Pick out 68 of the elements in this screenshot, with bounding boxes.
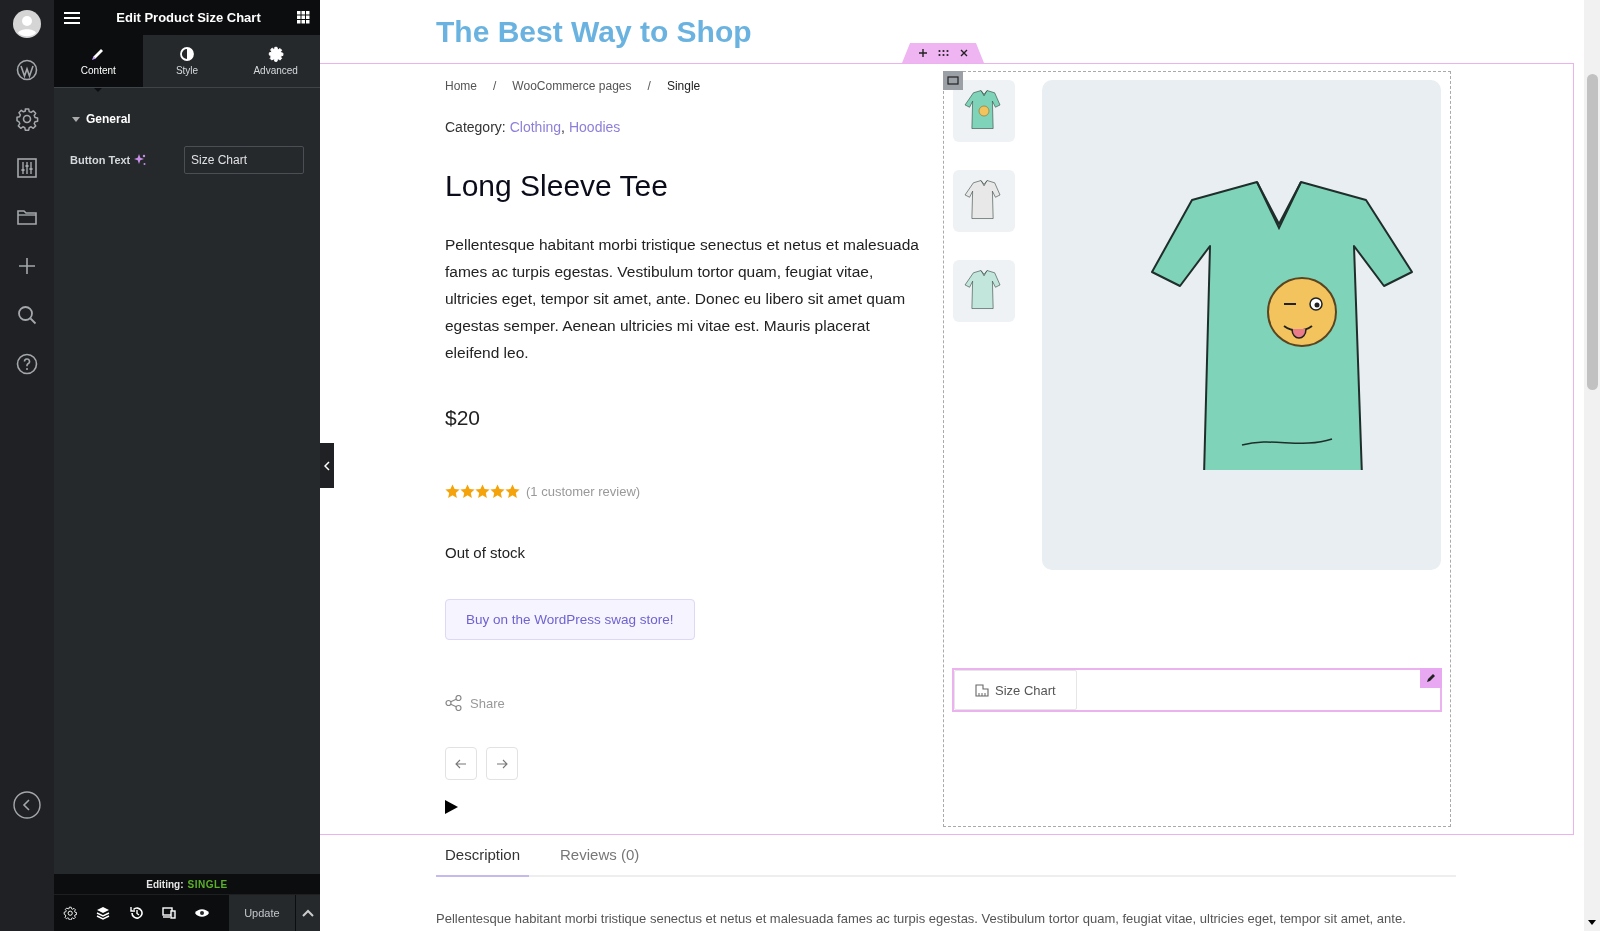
stock-status: Out of stock [445,544,526,561]
buy-button[interactable]: Buy on the WordPress swag store! [445,599,695,640]
description-text: Pellentesque habitant morbi tristique senectus et netus et malesuada fames ac turpis egestas. Vestibulum tortor quam, feugiat vitae, ultricies eget, tempor sit amet, ante. [436,911,1407,926]
size-chart-button[interactable]: Size Chart [954,670,1077,710]
editing-label: Editing: [146,878,184,890]
drag-handle-icon[interactable] [937,49,949,57]
update-button[interactable]: Update [228,895,296,931]
section-toggle[interactable]: General [70,112,131,126]
category-link[interactable]: Hoodies [568,119,621,135]
breadcrumb-separator: / [647,79,651,93]
breadcrumb-link[interactable]: WooCommerce pages [512,79,632,93]
help-icon[interactable] [15,352,39,376]
edit-icon[interactable] [1420,668,1442,688]
field-label: Button Text [70,154,131,166]
menu-icon[interactable] [64,10,80,25]
breadcrumb-link[interactable]: Single [666,79,701,93]
chevron-up-icon [302,909,315,917]
caret-icon [72,115,80,123]
history-icon [129,906,144,920]
star-icon [445,484,460,499]
expand-button[interactable] [295,895,321,931]
product-description: Pellentesque habitant morbi tristique senectus et netus et malesuada fames ac turpis egestas. Vestibulum tortor quam, feugiat vitae, ultricies eget, tempor sit amet, ante. Donec eu libero sit amet quam egestas semper. Aenean ultricies mi vitae est. Mauris placerat eleifend leo. [445,235,920,363]
category-separator: , [561,119,565,135]
caret-icon [324,460,330,471]
caret-down-icon[interactable] [1588,920,1596,925]
scroll-thumb[interactable] [1587,74,1598,390]
category-label: Category: [445,119,506,135]
product-title: Long Sleeve Tee [445,169,668,203]
arrow-right-icon [496,758,508,769]
sparkle-icon[interactable] [134,154,147,166]
breadcrumb-link[interactable]: Home [445,79,477,93]
grid-icon[interactable] [297,11,310,24]
scrollbar[interactable] [1584,0,1600,931]
settings-icon [63,906,78,920]
collapse-icon[interactable] [13,791,41,819]
star-icon [475,484,490,499]
text-input[interactable]: Size Chart [184,146,304,174]
editing-value: SINGLE [187,878,228,890]
play-icon[interactable] [445,800,458,814]
product-thumbnail[interactable] [953,80,1015,142]
responsive-icon [162,906,177,920]
product-price: $20 [445,406,481,430]
product-thumbnail[interactable] [953,260,1015,322]
star-icon [460,484,475,499]
sliders-icon[interactable] [15,156,39,180]
settings-icon[interactable] [15,107,39,131]
arrow-left-icon [455,758,467,769]
breadcrumb-separator: / [493,79,497,93]
eye-icon [195,906,210,920]
panel-collapse-handle[interactable] [320,443,334,488]
search-icon[interactable] [15,303,39,327]
close-icon[interactable] [958,48,969,58]
star-icon [490,484,505,499]
product-thumbnail[interactable] [953,170,1015,232]
contrast-icon [179,46,195,62]
star-icon [505,484,520,499]
share-icon [445,695,462,711]
description-tab[interactable]: Description [436,835,530,877]
ruler-icon [975,683,989,697]
plus-icon[interactable] [917,48,928,58]
category-link[interactable]: Clothing [509,119,562,135]
widget-handle-icon[interactable] [943,71,963,90]
panel-title: Edit Product Size Chart [116,10,261,25]
description-tab[interactable]: Reviews (0) [551,835,649,877]
layers-icon [96,906,111,920]
settings-icon [267,46,284,62]
wordpress-logo-icon[interactable] [15,58,39,82]
avatar-icon[interactable] [13,10,41,38]
